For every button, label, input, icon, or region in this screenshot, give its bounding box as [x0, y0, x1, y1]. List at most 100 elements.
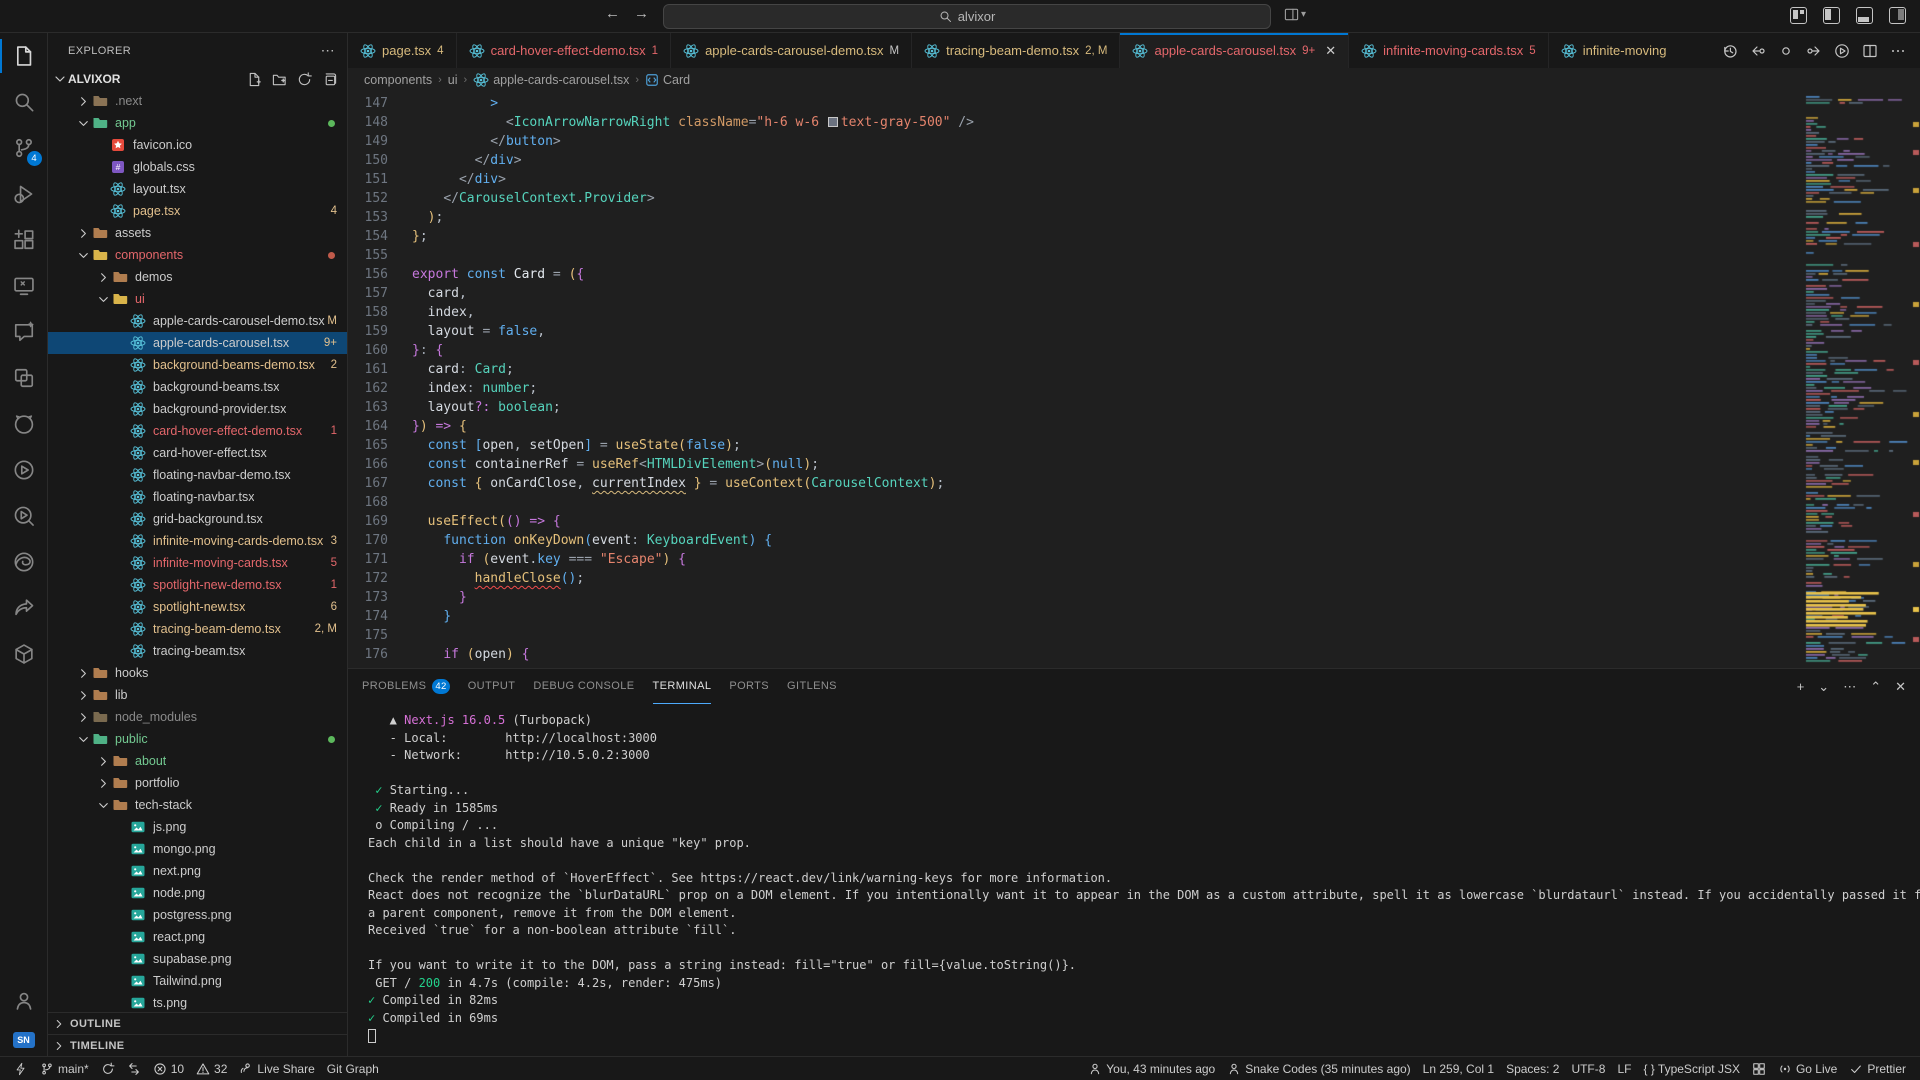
- tree-item-tracing-beam-demo-tsx[interactable]: tracing-beam-demo.tsx2, M: [48, 618, 347, 640]
- tree-item-infinite-moving-cards-demo-tsx[interactable]: infinite-moving-cards-demo.tsx3: [48, 530, 347, 552]
- breadcrumb-ui[interactable]: ui: [448, 73, 458, 87]
- nav-back-icon[interactable]: ←: [605, 5, 620, 22]
- run-icon[interactable]: [1830, 39, 1854, 63]
- panel-tab-terminal[interactable]: TERMINAL: [653, 669, 712, 704]
- tab-apple-cards-carousel-demo-tsx[interactable]: apple-cards-carousel-demo.tsxM: [671, 33, 912, 68]
- activity-chat-icon[interactable]: [0, 309, 48, 355]
- breadcrumb-apple-cards-carousel-tsx[interactable]: apple-cards-carousel.tsx: [473, 72, 629, 88]
- tree-item-supabase-png[interactable]: supabase.png: [48, 948, 347, 970]
- tree-item-page-tsx[interactable]: page.tsx4: [48, 200, 347, 222]
- layout-control[interactable]: ▾: [1284, 7, 1306, 22]
- status-32[interactable]: 32: [190, 1057, 233, 1080]
- tree-item-card-hover-effect-demo-tsx[interactable]: card-hover-effect-demo.tsx1: [48, 420, 347, 442]
- activity-run-debug-icon[interactable]: [0, 171, 48, 217]
- tree-item-tech-stack[interactable]: tech-stack: [48, 794, 347, 816]
- tree-item-spotlight-new-tsx[interactable]: spotlight-new.tsx6: [48, 596, 347, 618]
- status-prettier[interactable]: Prettier: [1843, 1057, 1912, 1080]
- tree-item-node-modules[interactable]: node_modules: [48, 706, 347, 728]
- tree-item-public[interactable]: public: [48, 728, 347, 750]
- explorer-more-icon[interactable]: ⋯: [321, 42, 335, 59]
- timeline-section[interactable]: TIMELINE: [48, 1034, 347, 1056]
- tree-item-card-hover-effect-tsx[interactable]: card-hover-effect.tsx: [48, 442, 347, 464]
- tree-item-globals-css[interactable]: #globals.css: [48, 156, 347, 178]
- command-center-search[interactable]: alvixor: [663, 4, 1271, 29]
- status-ln-259-col-1[interactable]: Ln 259, Col 1: [1417, 1057, 1500, 1080]
- tree-item-hooks[interactable]: hooks: [48, 662, 347, 684]
- status-go-live[interactable]: Go Live: [1772, 1057, 1843, 1080]
- tab-page-tsx[interactable]: page.tsx4: [348, 33, 457, 68]
- code-editor[interactable]: 1471481491501511521531541551561571581591…: [348, 92, 1802, 668]
- tree-item-portfolio[interactable]: portfolio: [48, 772, 347, 794]
- activity-share-icon[interactable]: [0, 585, 48, 631]
- tree-item-postgress-png[interactable]: postgress.png: [48, 904, 347, 926]
- status-grid-icon[interactable]: [1746, 1057, 1772, 1080]
- more-actions-icon[interactable]: ⋯: [1843, 679, 1856, 695]
- minimap[interactable]: [1802, 92, 1920, 668]
- tree-item-tailwind-png[interactable]: Tailwind.png: [48, 970, 347, 992]
- customize-layout-icon[interactable]: [1790, 7, 1807, 24]
- toggle-panel-icon[interactable]: [1856, 7, 1873, 24]
- panel-tab-gitlens[interactable]: GITLENS: [787, 669, 837, 704]
- close-icon[interactable]: ✕: [1325, 43, 1336, 59]
- status-main-[interactable]: main*: [34, 1057, 95, 1080]
- status-10[interactable]: 10: [147, 1057, 190, 1080]
- tree-item-js-png[interactable]: js.png: [48, 816, 347, 838]
- tree-item-infinite-moving-cards-tsx[interactable]: infinite-moving-cards.tsx5: [48, 552, 347, 574]
- tab-tracing-beam-demo-tsx[interactable]: tracing-beam-demo.tsx2, M: [912, 33, 1120, 68]
- tree-item-floating-navbar-demo-tsx[interactable]: floating-navbar-demo.tsx: [48, 464, 347, 486]
- circle-icon[interactable]: [1774, 39, 1798, 63]
- status-git-graph[interactable]: Git Graph: [321, 1057, 385, 1080]
- tree-item-floating-navbar-tsx[interactable]: floating-navbar.tsx: [48, 486, 347, 508]
- new-file-icon[interactable]: [247, 72, 262, 87]
- more-actions-icon[interactable]: [1886, 39, 1910, 63]
- panel-tab-debug-console[interactable]: DEBUG CONSOLE: [533, 669, 634, 704]
- next-change-icon[interactable]: [1802, 39, 1826, 63]
- activity-code-runner-icon[interactable]: [0, 493, 48, 539]
- status--typescript-jsx[interactable]: { } TypeScript JSX: [1637, 1057, 1746, 1080]
- tree-item-mongo-png[interactable]: mongo.png: [48, 838, 347, 860]
- activity-github-icon[interactable]: [0, 401, 48, 447]
- tree-item-background-beams-demo-tsx[interactable]: background-beams-demo.tsx2: [48, 354, 347, 376]
- tree-item-app[interactable]: app: [48, 112, 347, 134]
- history-icon[interactable]: [1718, 39, 1742, 63]
- toggle-sidebar-icon[interactable]: [1823, 7, 1840, 24]
- status-utf-8[interactable]: UTF-8: [1565, 1057, 1611, 1080]
- tree-item-about[interactable]: about: [48, 750, 347, 772]
- activity-accounts-icon[interactable]: [0, 978, 48, 1024]
- activity-explorer-icon[interactable]: [0, 33, 48, 79]
- tree-item-tracing-beam-tsx[interactable]: tracing-beam.tsx: [48, 640, 347, 662]
- tree-item-apple-cards-carousel-tsx[interactable]: apple-cards-carousel.tsx9+: [48, 332, 347, 354]
- nav-forward-icon[interactable]: →: [634, 5, 649, 22]
- refresh-icon[interactable]: [297, 72, 312, 87]
- status-compare-icon[interactable]: [121, 1057, 147, 1080]
- close-panel-icon[interactable]: ✕: [1895, 679, 1906, 695]
- panel-tab-problems[interactable]: PROBLEMS42: [362, 669, 450, 704]
- status-snake-codes-35-minutes-ago-[interactable]: Snake Codes (35 minutes ago): [1221, 1057, 1416, 1080]
- tree-item-grid-background-tsx[interactable]: grid-background.tsx: [48, 508, 347, 530]
- panel-tab-ports[interactable]: PORTS: [729, 669, 769, 704]
- activity-edge-devtools-icon[interactable]: [0, 539, 48, 585]
- tab-card-hover-effect-demo-tsx[interactable]: card-hover-effect-demo.tsx1: [457, 33, 672, 68]
- split-editor-icon[interactable]: [1858, 39, 1882, 63]
- tree-item-layout-tsx[interactable]: layout.tsx: [48, 178, 347, 200]
- activity-remote-explorer-icon[interactable]: [0, 263, 48, 309]
- tree-item-react-png[interactable]: react.png: [48, 926, 347, 948]
- activity-source-control-icon[interactable]: 4: [0, 125, 48, 171]
- prev-change-icon[interactable]: [1746, 39, 1770, 63]
- toggle-secondary-sidebar-icon[interactable]: [1889, 7, 1906, 24]
- status-bolt-icon[interactable]: [8, 1057, 34, 1080]
- new-terminal-icon[interactable]: +: [1797, 679, 1805, 695]
- activity-search-icon[interactable]: [0, 79, 48, 125]
- status-live-share[interactable]: Live Share: [233, 1057, 320, 1080]
- status-spaces-2[interactable]: Spaces: 2: [1500, 1057, 1565, 1080]
- outline-section[interactable]: OUTLINE: [48, 1012, 347, 1034]
- tree-item-ui[interactable]: ui: [48, 288, 347, 310]
- tree-item-demos[interactable]: demos: [48, 266, 347, 288]
- status-sync-icon[interactable]: [95, 1057, 121, 1080]
- status-you-43-minutes-ago[interactable]: You, 43 minutes ago: [1082, 1057, 1221, 1080]
- maximize-panel-icon[interactable]: ⌃: [1870, 679, 1881, 695]
- breadcrumb-card[interactable]: Card: [645, 73, 690, 87]
- tree-item-background-beams-tsx[interactable]: background-beams.tsx: [48, 376, 347, 398]
- tree-root-alvixor[interactable]: ALVIXOR: [48, 68, 347, 90]
- tree-item-lib[interactable]: lib: [48, 684, 347, 706]
